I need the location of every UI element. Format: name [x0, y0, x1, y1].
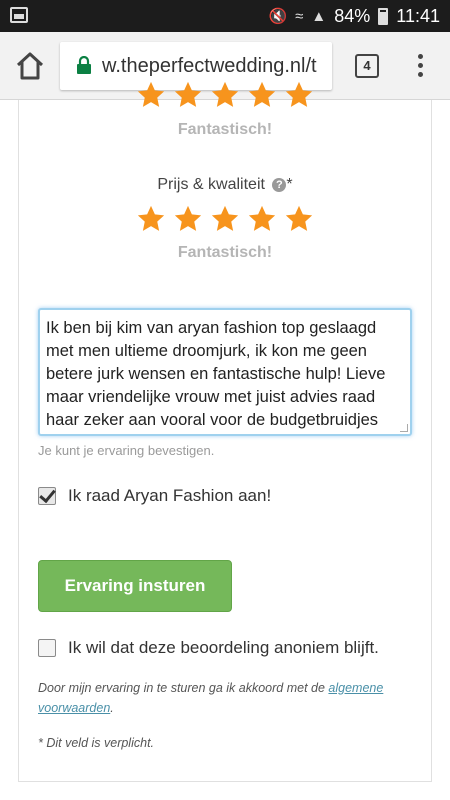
anonymous-checkbox[interactable] — [38, 639, 56, 657]
anonymous-row: Ik wil dat deze beoordeling anoniem blij… — [38, 638, 379, 658]
tab-switcher-button[interactable]: 4 — [355, 54, 379, 78]
url-text: w.theperfectwedding.nl/t — [102, 55, 317, 77]
required-note: * Dit veld is verplicht. — [38, 736, 155, 750]
terms-text: Door mijn ervaring in te sturen ga ik ak… — [38, 678, 398, 718]
star-icon[interactable] — [247, 204, 277, 234]
criterion-label: Prijs & kwaliteit ? * — [0, 176, 450, 194]
star-icon[interactable] — [136, 80, 166, 110]
help-icon[interactable]: ? — [272, 178, 287, 192]
rating-word-2: Fantastisch! — [177, 244, 273, 261]
battery-icon — [378, 7, 389, 25]
criterion-name: Prijs & kwaliteit — [157, 176, 265, 193]
star-icon[interactable] — [284, 204, 314, 234]
review-textarea[interactable]: Ik ben bij kim van aryan fashion top ges… — [38, 308, 412, 436]
star-icon[interactable] — [136, 204, 166, 234]
submit-button[interactable]: Ervaring insturen — [38, 560, 232, 612]
clock: 11:41 — [396, 5, 440, 26]
resize-handle[interactable] — [400, 424, 408, 432]
overflow-menu-icon[interactable] — [412, 52, 428, 80]
home-icon — [16, 52, 44, 80]
rating-word-1: Fantastisch! — [177, 121, 273, 138]
recommend-row: Ik raad Aryan Fashion aan! — [38, 486, 271, 506]
signal-icon: ▲ — [311, 7, 327, 25]
star-icon[interactable] — [210, 204, 240, 234]
recommend-label[interactable]: Ik raad Aryan Fashion aan! — [68, 486, 271, 506]
review-text: Ik ben bij kim van aryan fashion top ges… — [46, 319, 386, 429]
review-hint: Je kunt je ervaring bevestigen. — [38, 443, 215, 458]
lock-icon — [77, 56, 91, 74]
battery-percent: 84% — [334, 5, 371, 26]
rating-stars-2[interactable] — [0, 204, 450, 234]
star-icon[interactable] — [173, 204, 203, 234]
terms-suffix: . — [110, 701, 114, 715]
star-icon[interactable] — [247, 80, 277, 110]
star-icon[interactable] — [173, 80, 203, 110]
required-mark: * — [286, 176, 293, 193]
anonymous-label[interactable]: Ik wil dat deze beoordeling anoniem blij… — [68, 638, 379, 658]
gallery-notification-icon — [10, 7, 28, 23]
recommend-checkbox[interactable] — [38, 487, 56, 505]
rating-stars-1[interactable] — [0, 80, 450, 110]
star-icon[interactable] — [284, 80, 314, 110]
mute-icon: 🔇 — [268, 8, 288, 25]
wifi-icon: ≈ — [295, 7, 304, 25]
status-bar: 🔇 ≈ ▲ 84% 11:41 — [0, 0, 450, 32]
home-button[interactable] — [14, 50, 46, 82]
star-icon[interactable] — [210, 80, 240, 110]
terms-prefix: Door mijn ervaring in te sturen ga ik ak… — [38, 681, 329, 695]
